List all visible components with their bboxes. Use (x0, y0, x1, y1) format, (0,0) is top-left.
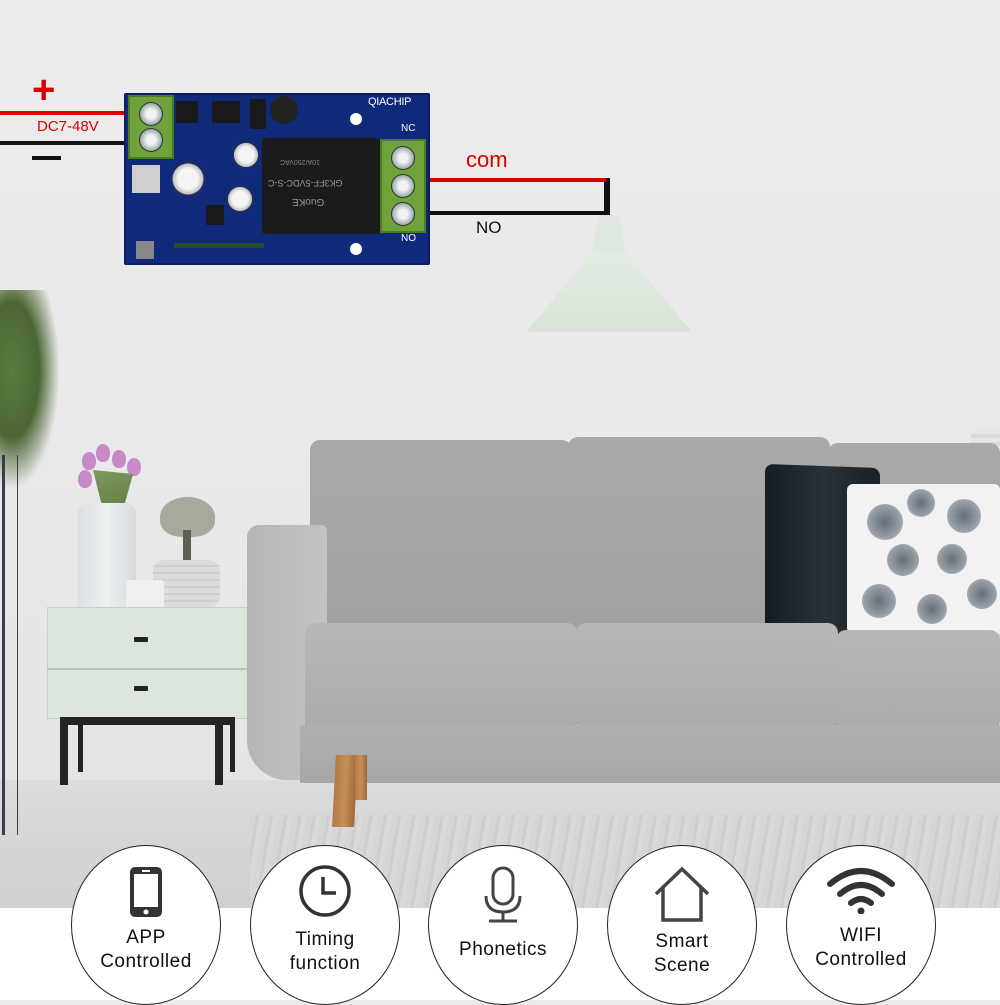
screw (391, 146, 415, 170)
sofa-base (300, 725, 1000, 783)
wifi-icon (826, 866, 896, 919)
antenna-strip (174, 243, 264, 248)
plant-stand (2, 455, 18, 835)
regulator-chip (176, 101, 198, 123)
capacitor (232, 141, 260, 169)
relay-rating-text: 10A/250VAC (280, 158, 320, 165)
no-wire (428, 211, 610, 215)
mount-hole (350, 113, 362, 125)
feature-app-controlled: APP Controlled (71, 845, 221, 1005)
feature-phonetics: Phonetics (428, 845, 578, 1005)
relay-brand-text: GuoKE (292, 196, 325, 207)
clock-icon (298, 864, 352, 923)
push-button (136, 241, 154, 259)
no-label: NO (476, 218, 502, 237)
feature-label: APP Controlled (100, 927, 192, 972)
brand-logo: QIACHIP (368, 96, 412, 108)
power-terminal-block (128, 95, 174, 159)
diode (250, 99, 266, 129)
screw (391, 174, 415, 198)
voltage-label: DC7-48V (37, 118, 99, 135)
micro-usb-port (132, 165, 160, 193)
bonsai-trunk (183, 530, 191, 564)
ic-chip (212, 101, 240, 123)
nightstand (47, 607, 249, 719)
screw (139, 128, 163, 152)
sofa-seat-cushion (836, 630, 1000, 730)
sofa-leg (355, 755, 367, 800)
smartphone-icon (129, 866, 163, 923)
feature-timing-function: Timing function (250, 845, 400, 1005)
com-wire (428, 178, 610, 182)
drawer-divider (47, 668, 247, 670)
feature-wifi-controlled: WIFI Controlled (786, 845, 936, 1005)
printed-pillow (847, 484, 1000, 634)
negative-wire (0, 141, 126, 145)
nc-terminal-label: NC (401, 123, 416, 134)
mount-hole (350, 243, 362, 255)
feature-label: WIFI Controlled (815, 925, 907, 970)
feature-label: Timing function (289, 929, 361, 974)
screw (139, 102, 163, 126)
buzzer (270, 96, 298, 124)
capacitor (226, 185, 254, 213)
positive-wire (0, 111, 126, 115)
drawer-handle (134, 637, 148, 642)
ic-chip (206, 205, 224, 225)
sofa-back-cushion (310, 440, 572, 630)
sofa-seat-cushion (305, 623, 577, 730)
tulip-bouquet (70, 440, 160, 510)
nightstand-frame (60, 717, 230, 725)
wire-drop (606, 178, 610, 215)
output-terminal-block (380, 139, 426, 233)
nightstand-leg (215, 717, 223, 785)
nightstand-leg (78, 717, 83, 772)
capacitor (170, 161, 206, 197)
relay-model-text: GK3FF-5VDC-S-C (268, 178, 343, 188)
feature-label: Smart Scene (653, 931, 711, 976)
com-label: com (466, 147, 508, 172)
relay: GK3FF-5VDC-S-C GuoKE 10A/250VAC (262, 138, 380, 234)
home-icon (653, 866, 711, 929)
feature-smart-scene: Smart Scene (607, 845, 757, 1005)
positive-symbol: + (32, 68, 56, 112)
nightstand-leg (60, 717, 68, 785)
microphone-icon (483, 866, 523, 929)
drawer-handle (134, 686, 148, 691)
nightstand-leg (230, 717, 235, 772)
no-terminal-label: NO (401, 233, 416, 244)
sofa-seat-cushion (576, 623, 838, 730)
screw (391, 202, 415, 226)
feature-label: Phonetics (459, 939, 547, 960)
negative-symbol (32, 156, 61, 160)
